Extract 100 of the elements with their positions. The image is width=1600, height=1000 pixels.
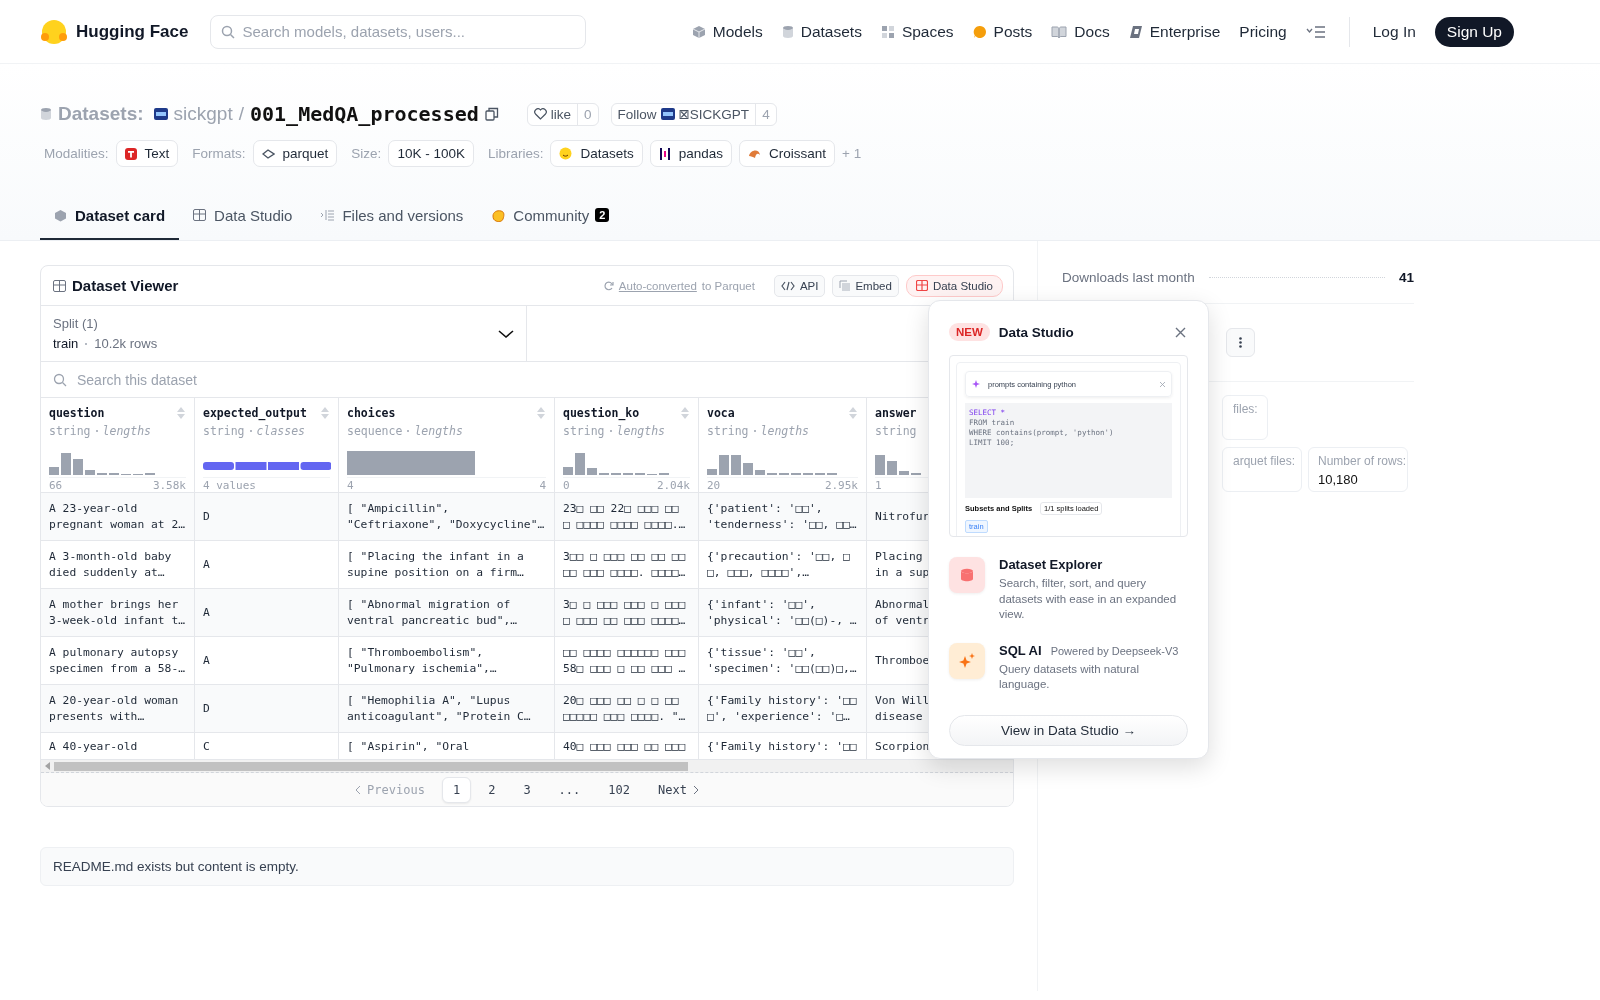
- column-header[interactable]: expected_output string classes 4 values: [195, 398, 339, 493]
- nav-link[interactable]: Enterprise: [1128, 22, 1221, 41]
- more-button[interactable]: [1226, 328, 1255, 357]
- column-type: string: [707, 424, 749, 438]
- column-name: answer: [875, 406, 917, 420]
- tag-label: Formats:: [192, 146, 246, 161]
- follow-button[interactable]: Follow ⊠SICKGPT 4: [610, 102, 777, 126]
- login-link[interactable]: Log In: [1372, 22, 1416, 41]
- tab[interactable]: Dataset card: [40, 192, 180, 240]
- cube-icon: [54, 208, 67, 222]
- table-cell: A 20-year-old woman presents with…: [41, 685, 195, 733]
- bars-icon: [658, 146, 671, 161]
- code-icon: [780, 280, 795, 291]
- table-cell: {'infant': '□□', 'physical': '□□(□)-, …: [699, 589, 867, 637]
- column-name: question_ko: [563, 406, 640, 420]
- page-button[interactable]: 1: [441, 776, 472, 803]
- chevron-down-icon: [498, 328, 514, 339]
- new-badge: NEW: [949, 323, 990, 341]
- downloads-label: Downloads last month: [1062, 270, 1195, 285]
- class-bar-icon: [203, 462, 331, 471]
- follow-label: Follow: [617, 106, 657, 122]
- axis-max: 3.58k: [152, 479, 186, 492]
- axis-min: 66: [49, 479, 63, 492]
- table-cell: [ "Hemophilia A", "Lupus anticoagulant", "Protein C…: [339, 685, 555, 733]
- table-cell: 20□ □□□ □□ □ □ □□ □□□□□ □□□ □□□□. "…: [555, 685, 699, 733]
- tag-label: Size:: [351, 146, 382, 161]
- chevron-right-icon: [692, 784, 699, 795]
- column-type: string: [563, 424, 605, 438]
- stat-kind: lengths: [760, 424, 809, 438]
- tag-chip[interactable]: Datasets: [550, 140, 643, 167]
- tab[interactable]: Community 2: [477, 192, 624, 240]
- tag-chip[interactable]: parquet: [252, 140, 338, 167]
- column-header[interactable]: choices sequence lengths 4 4: [339, 398, 555, 493]
- follower-count: 4: [755, 103, 776, 125]
- split-select[interactable]: Split (1) train 10.2k rows: [41, 306, 527, 361]
- signup-button[interactable]: Sign Up: [1434, 16, 1514, 47]
- like-button[interactable]: like 0: [526, 102, 599, 126]
- next-button[interactable]: Next: [647, 776, 710, 803]
- repo-name: 001_MedQA_processed: [249, 102, 479, 126]
- downloads-count: 41: [1398, 270, 1414, 285]
- sparkle-icon: [958, 651, 976, 670]
- avatar-icon: [153, 108, 168, 120]
- search-field[interactable]: Search models, datasets, users...: [210, 14, 587, 49]
- like-label: like: [550, 106, 571, 122]
- nav-link[interactable]: Datasets: [781, 22, 862, 41]
- table-cell: [ "Ampicillin", "Ceftriaxone", "Doxycycline"…: [339, 493, 555, 541]
- close-icon: [1175, 326, 1186, 338]
- page-button[interactable]: 102: [597, 776, 641, 803]
- org-name: ⊠SICKGPT: [678, 106, 750, 122]
- tag-chip[interactable]: Croissant: [739, 140, 836, 167]
- split-label: Split (1): [53, 316, 99, 331]
- scrollbar-thumb[interactable]: [54, 761, 688, 771]
- nav-link[interactable]: Docs: [1051, 22, 1110, 41]
- table-cell: 23□ □□ 22□ □□□ □□ □ □□□□ □□□□ □□□□.…: [555, 493, 699, 541]
- page-button[interactable]: ...: [547, 776, 592, 803]
- stat-kind: lengths: [102, 424, 151, 438]
- view-in-studio-button[interactable]: View in Data Studio →: [949, 714, 1188, 746]
- path-separator: /: [238, 103, 244, 125]
- page-button[interactable]: 2: [477, 776, 507, 803]
- feature-note: Powered by Deepseek-V3: [1050, 644, 1179, 657]
- tag-chip[interactable]: pandas: [649, 140, 733, 167]
- tag-label: Libraries:: [487, 146, 544, 161]
- database-icon: [40, 107, 52, 121]
- axis-min: 20: [707, 479, 721, 492]
- search-icon: [221, 24, 236, 39]
- copy-icon: [484, 107, 499, 121]
- close-icon: [1160, 381, 1165, 387]
- table-cell: {'Family history': '□□ □', 'experience': '□…: [699, 685, 867, 733]
- table-cell: {'patient': '□□', 'tenderness': '□□, □□…: [699, 493, 867, 541]
- database-icon: [781, 24, 794, 39]
- axis-max: 2.04k: [656, 479, 690, 492]
- nav-link[interactable]: Pricing: [1239, 22, 1287, 41]
- tab[interactable]: Files and versions: [306, 192, 478, 240]
- tag-chip[interactable]: Text: [115, 140, 179, 167]
- table-cell: 3□ □ □□□ □□□ □ □□□ □ □□□ □□ □□□ □□□□…: [555, 589, 699, 637]
- nav-link[interactable]: Spaces: [880, 22, 954, 41]
- stat-kind: classes: [256, 424, 305, 438]
- stat-card: files:: [1222, 395, 1268, 440]
- tag-chip[interactable]: 10K - 100K: [388, 140, 474, 167]
- count-badge: 2: [595, 208, 610, 222]
- like-count: 0: [577, 103, 598, 125]
- avatar-icon: [660, 108, 675, 120]
- table-cell: [ "Abnormal migration of ventral pancreatic bud",…: [339, 589, 555, 637]
- tab[interactable]: Data Studio: [179, 192, 307, 240]
- toolbar-button[interactable]: Data Studio: [905, 274, 1003, 297]
- scroll-left-icon: [45, 762, 51, 770]
- nav-link[interactable]: Posts: [972, 22, 1033, 41]
- toolbar-button[interactable]: API: [773, 274, 826, 297]
- axis-max: 4: [539, 479, 546, 492]
- column-type: string: [875, 424, 917, 438]
- file-list-icon: [320, 209, 335, 221]
- column-name: voca: [707, 406, 735, 420]
- brand-name[interactable]: Hugging Face: [76, 21, 189, 42]
- stat-card: Number of rows: 10,180: [1308, 447, 1408, 492]
- toolbar-button[interactable]: Embed: [832, 274, 899, 297]
- value-count: 4 values: [203, 479, 256, 492]
- row-count: 10.2k rows: [94, 336, 158, 351]
- nav-link[interactable]: Models: [691, 22, 763, 41]
- chat-bubble-icon: [972, 24, 987, 39]
- page-button[interactable]: 3: [512, 776, 542, 803]
